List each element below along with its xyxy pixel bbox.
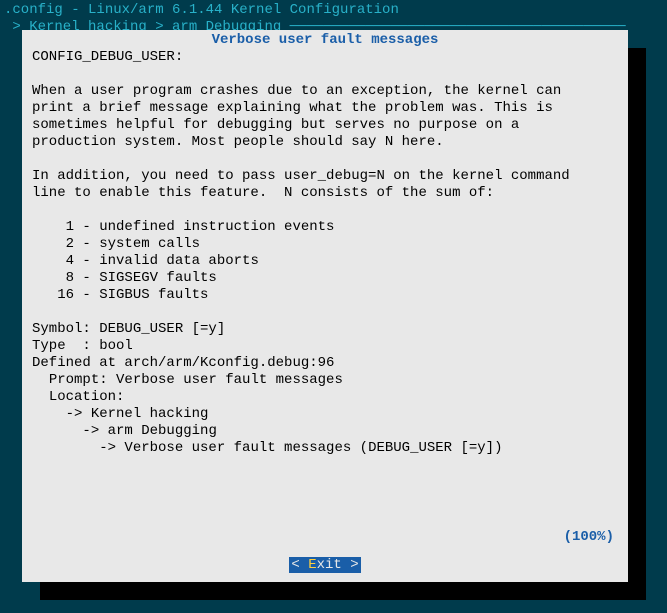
help-dialog: Verbose user fault messages CONFIG_DEBUG… [22,30,628,582]
exit-button[interactable]: < Exit > [289,557,360,573]
exit-button-hotkey: E [308,557,316,573]
dialog-body: CONFIG_DEBUG_USER: When a user program c… [22,49,628,457]
scroll-percent: (100%) [564,529,614,546]
dialog-title: Verbose user fault messages [22,30,628,49]
config-title-line: .config - Linux/arm 6.1.44 Kernel Config… [0,0,667,19]
button-row: < Exit > [22,557,628,574]
exit-button-open: < [291,557,308,573]
exit-button-rest: xit > [317,557,359,573]
